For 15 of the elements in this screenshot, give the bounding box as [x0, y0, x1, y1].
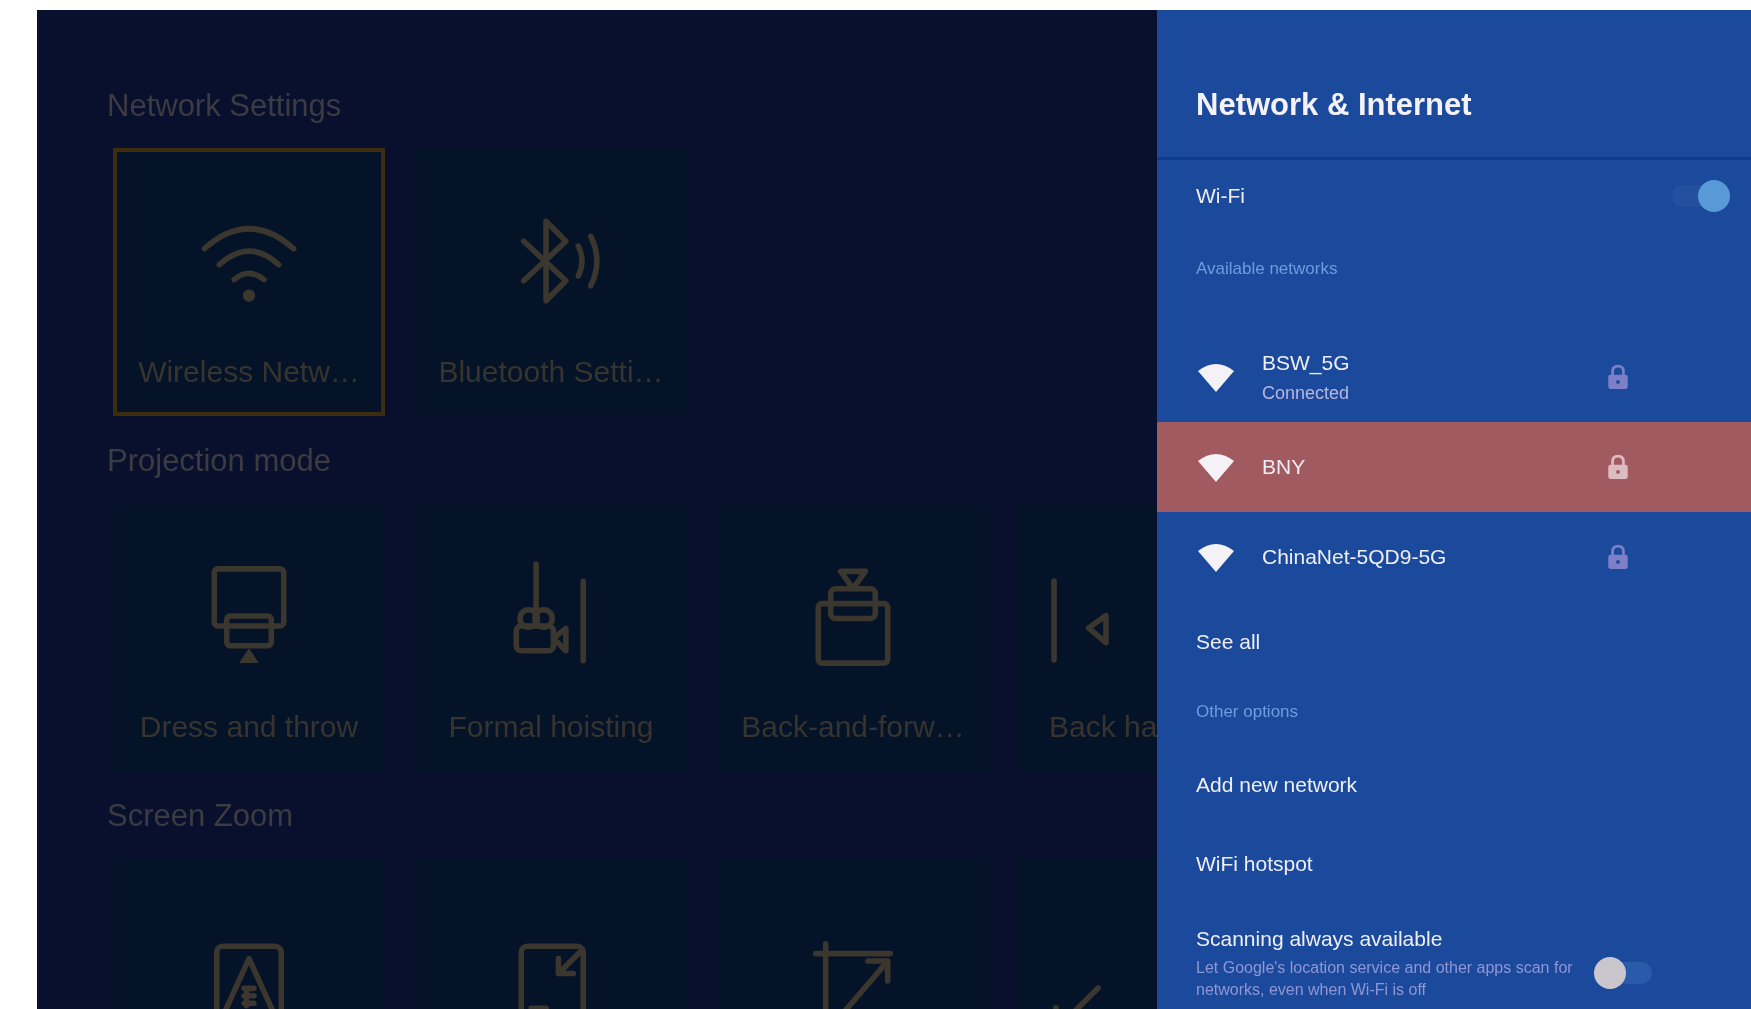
network-item[interactable]: BNY	[1157, 422, 1751, 512]
wifi-signal-icon	[1196, 451, 1236, 483]
panel-title: Network & Internet	[1196, 87, 1472, 123]
wifi-signal-icon	[1196, 361, 1236, 393]
wifi-signal-icon	[1196, 541, 1236, 573]
network-item[interactable]: ChinaNet-5QD9-5G	[1157, 512, 1751, 602]
scanning-description: Let Google's location service and other apps scan for networks, even when Wi-Fi is off	[1196, 958, 1574, 1000]
menu-item[interactable]: WiFi hotspot	[1196, 852, 1313, 876]
section-label: Available networks	[1196, 259, 1338, 278]
section-label: Other options	[1196, 702, 1299, 721]
scanning-title: Scanning always available	[1196, 927, 1444, 951]
wifi-label: Wi-Fi	[1196, 184, 1245, 208]
see-all-link[interactable]: See all	[1196, 630, 1261, 654]
network-item[interactable]: BSW_5G Connected	[1157, 332, 1751, 422]
menu-item[interactable]: Add new network	[1196, 773, 1358, 797]
